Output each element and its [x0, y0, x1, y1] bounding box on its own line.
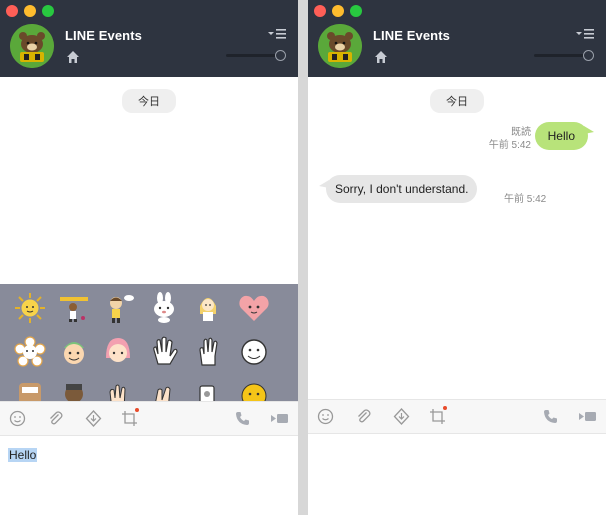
sticker-pink-heart[interactable] [238, 292, 270, 324]
slider-track [226, 54, 278, 57]
window-controls [314, 5, 362, 17]
transparency-slider[interactable] [226, 50, 286, 61]
screenshot-crop-icon[interactable] [121, 410, 138, 427]
chat-title: LINE Events [373, 28, 450, 43]
minimize-button[interactable] [332, 5, 344, 17]
home-icon[interactable] [66, 50, 80, 64]
message-input[interactable] [308, 434, 606, 514]
phone-icon[interactable] [542, 408, 559, 425]
sticker-clap[interactable] [148, 380, 180, 401]
notification-dot [135, 408, 139, 412]
date-separator: 今日 [122, 89, 176, 113]
message-toolbar [308, 399, 606, 434]
slider-knob[interactable] [275, 50, 286, 61]
chat-area: 今日 既読 午前 5:42 Hello Sorry, I don't under… [308, 77, 606, 399]
slider-knob[interactable] [583, 50, 594, 61]
chat-area: 今日 [0, 77, 298, 284]
sticker-white-flower[interactable] [14, 336, 46, 368]
notification-dot [443, 406, 447, 410]
titlebar: LINE Events [0, 0, 298, 77]
message-time: 午前 5:42 [488, 140, 531, 151]
sent-message-bubble[interactable]: Hello [534, 122, 595, 150]
sticker-yellow-face[interactable] [238, 380, 270, 401]
app-root: LINE Events 今日 Hello LINE Events 今日 既読 午… [0, 0, 606, 515]
read-status: 既読 [511, 127, 531, 138]
sticker-cony[interactable] [148, 292, 180, 324]
sticker-raised-hand[interactable] [192, 336, 224, 368]
sticker-banner-walk[interactable] [58, 292, 90, 324]
sticker-bear-dark[interactable] [58, 380, 90, 401]
close-button[interactable] [314, 5, 326, 17]
home-icon[interactable] [374, 50, 388, 64]
video-call-icon[interactable] [270, 410, 290, 427]
transparency-slider[interactable] [534, 50, 594, 61]
sticker-blonde-girl[interactable] [192, 292, 224, 324]
minimize-button[interactable] [24, 5, 36, 17]
sticker-sun[interactable] [14, 292, 46, 324]
chat-window-right: LINE Events 今日 既読 午前 5:42 Hello Sorry, I… [308, 0, 606, 515]
message-input-text[interactable]: Hello [8, 448, 38, 462]
chat-window-left: LINE Events 今日 Hello [0, 0, 298, 515]
sticker-phone-hold[interactable] [192, 380, 224, 401]
sent-message-meta: 既読 午前 5:42 [489, 126, 531, 152]
sticker-brown-box[interactable] [14, 380, 46, 401]
phone-icon[interactable] [234, 410, 251, 427]
download-icon[interactable] [393, 408, 410, 425]
paperclip-icon[interactable] [47, 410, 64, 427]
avatar[interactable] [318, 24, 362, 68]
sticker-round-face[interactable] [238, 336, 270, 368]
zoom-button[interactable] [350, 5, 362, 17]
chat-title: LINE Events [65, 28, 142, 43]
sticker-waving-hand[interactable] [148, 336, 180, 368]
sticker-character-speech[interactable] [102, 292, 134, 324]
sticker-hands-up[interactable] [102, 380, 134, 401]
titlebar: LINE Events [308, 0, 606, 77]
window-gap [298, 0, 308, 515]
received-message-bubble[interactable]: Sorry, I don't understand. [318, 175, 478, 203]
download-icon[interactable] [85, 410, 102, 427]
video-call-icon[interactable] [578, 408, 598, 425]
sticker-pink-hair-girl[interactable] [102, 336, 134, 368]
zoom-button[interactable] [42, 5, 54, 17]
sticker-panel[interactable] [0, 284, 298, 401]
message-toolbar [0, 401, 298, 436]
slider-track [534, 54, 586, 57]
avatar[interactable] [10, 24, 54, 68]
close-button[interactable] [6, 5, 18, 17]
window-controls [6, 5, 54, 17]
sticker-face-green-cap[interactable] [58, 336, 90, 368]
emoji-icon[interactable] [317, 408, 334, 425]
menu-icon[interactable] [268, 28, 286, 40]
emoji-icon[interactable] [9, 410, 26, 427]
message-input[interactable]: Hello [0, 436, 298, 515]
menu-icon[interactable] [576, 28, 594, 40]
message-time: 午前 5:42 [504, 194, 547, 205]
date-separator: 今日 [430, 89, 484, 113]
paperclip-icon[interactable] [355, 408, 372, 425]
screenshot-crop-icon[interactable] [429, 408, 446, 425]
